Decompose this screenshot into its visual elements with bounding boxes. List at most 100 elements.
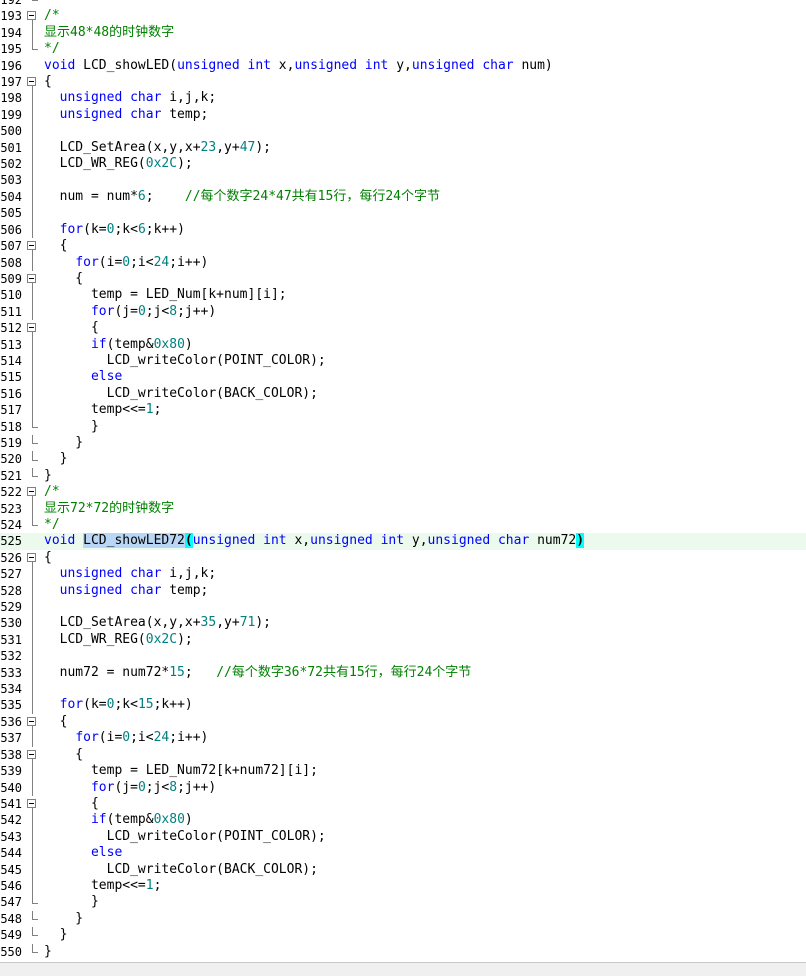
line-number: 543 [0, 829, 22, 844]
code-line[interactable]: 503 [0, 172, 806, 189]
code-line[interactable]: 504 num = num*6; //每个数字24*47共有15行，每行24个字… [0, 188, 806, 206]
code-line[interactable]: 528 unsigned char temp; [0, 582, 806, 600]
code-line[interactable]: 527 unsigned char i,j,k; [0, 566, 806, 583]
code-token: num72 = num72* [44, 664, 170, 680]
code-line[interactable]: 196 void LCD_showLED(unsigned int x,unsig… [0, 58, 806, 74]
code-line[interactable]: 521} [0, 467, 806, 484]
fold-guide [27, 336, 39, 353]
code-text: if(temp&0x80) [44, 337, 193, 353]
code-line[interactable]: 537 for(i=0;i<24;i++) [0, 730, 806, 747]
code-line[interactable]: 197 { [0, 74, 806, 91]
code-line[interactable]: 534 [0, 681, 806, 698]
line-number: 535 [0, 698, 22, 713]
code-line[interactable]: 513 if(temp&0x80) [0, 336, 806, 353]
code-line[interactable]: 531 LCD_WR_REG(0x2C); [0, 631, 806, 649]
code-token: 35 [200, 615, 217, 631]
code-line[interactable]: 548 } [0, 910, 806, 927]
code-line[interactable]: 538 { [0, 746, 806, 764]
code-line[interactable]: 517 temp<<=1; [0, 402, 806, 419]
fold-toggle-icon[interactable] [27, 8, 39, 25]
fold-toggle-icon[interactable] [27, 271, 39, 288]
code-line[interactable]: 505 [0, 205, 806, 222]
fold-toggle-icon[interactable] [27, 747, 39, 764]
fold-toggle-icon[interactable] [27, 74, 39, 91]
code-line[interactable]: 515 else [0, 369, 806, 386]
code-line[interactable]: 523 显示72*72的时钟数字 [0, 500, 806, 517]
code-line[interactable]: 536 { [0, 714, 806, 731]
fold-toggle-icon[interactable] [27, 484, 39, 501]
code-line[interactable]: 198 unsigned char i,j,k; [0, 90, 806, 107]
horizontal-scrollbar[interactable] [0, 962, 806, 976]
code-text: for(k=0;k<6;k++) [44, 222, 185, 238]
code-line[interactable]: 511 for(j=0;j<8;j++) [0, 303, 806, 321]
code-line[interactable]: 509 { [0, 270, 806, 288]
code-line[interactable]: 529 [0, 599, 806, 616]
code-line[interactable]: 502 LCD_WR_REG(0x2C); [0, 156, 806, 173]
code-line[interactable]: 547 } [0, 894, 806, 910]
code-line[interactable]: 510 temp = LED_Num[k+num][i]; [0, 287, 806, 304]
code-line[interactable]: 501 LCD_SetArea(x,y,x+23,y+47); [0, 139, 806, 157]
code-line[interactable]: 506 for(k=0;k<6;k++) [0, 221, 806, 239]
code-line[interactable]: 508 for(i=0;i<24;i++) [0, 254, 806, 271]
code-line[interactable]: 507 { [0, 238, 806, 255]
fold-toggle-icon[interactable] [27, 796, 39, 813]
code-line[interactable]: 193 /* [0, 8, 806, 25]
code-line[interactable]: 526 { [0, 550, 806, 567]
code-line[interactable]: 194 显示48*48的时钟数字 [0, 24, 806, 42]
code-line[interactable]: 542 if(temp&0x80) [0, 812, 806, 829]
code-line[interactable]: 195 */ [0, 41, 806, 57]
code-line[interactable]: 545 LCD_writeColor(BACK_COLOR); [0, 861, 806, 878]
code-line[interactable]: 199 unsigned char temp; [0, 106, 806, 124]
code-line[interactable]: 519 } [0, 434, 806, 451]
line-number: 541 [0, 796, 22, 811]
code-line[interactable]: 522 /* [0, 484, 806, 501]
code-editor[interactable]: 192 193 /* 194 显示48*48的时钟数字 195 */ 196 void LCD_… [0, 0, 806, 960]
line-number: 532 [0, 649, 22, 664]
code-token: (temp& [106, 812, 154, 828]
code-line[interactable]: 533 num72 = num72*15; //每个数字36*72共有15行，每… [0, 664, 806, 682]
code-token: void [44, 57, 76, 73]
code-line[interactable]: 550} [0, 943, 806, 960]
code-token: { [44, 270, 84, 286]
code-token: //每个数字24*47共有15行，每行24个字节 [184, 188, 440, 204]
code-line[interactable]: 514 LCD_writeColor(POINT_COLOR); [0, 352, 806, 370]
fold-guide [27, 24, 39, 42]
code-line[interactable]: 546 temp<<=1; [0, 877, 806, 895]
code-token: 0x2C [145, 156, 178, 172]
code-token: num = num* [44, 188, 138, 204]
code-text: } [44, 419, 99, 435]
code-line[interactable]: 192 [0, 0, 806, 8]
code-line[interactable]: 539 temp = LED_Num72[k+num72][i]; [0, 763, 806, 780]
code-line[interactable]: 524 */ [0, 517, 806, 533]
code-token: ;i++) [169, 730, 209, 746]
code-line[interactable]: 516 LCD_writeColor(BACK_COLOR); [0, 385, 806, 403]
fold-toggle-icon[interactable] [27, 238, 39, 255]
fold-toggle-icon[interactable] [27, 320, 39, 337]
fold-guide [27, 172, 39, 189]
code-line[interactable]: 518 } [0, 418, 806, 435]
code-line[interactable]: 549 } [0, 927, 806, 943]
code-token: } [44, 434, 84, 450]
code-line[interactable]: 535 for(k=0;k<15;k++) [0, 697, 806, 714]
code-line[interactable]: 525 void LCD_showLED72(unsigned int x,uns… [0, 533, 806, 550]
code-line[interactable]: 541 { [0, 796, 806, 813]
code-line[interactable]: 500 [0, 123, 806, 140]
code-line[interactable]: 532 [0, 648, 806, 665]
code-text: LCD_writeColor(POINT_COLOR); [44, 829, 326, 845]
fold-toggle-icon[interactable] [27, 714, 39, 731]
line-number: 536 [0, 714, 22, 729]
code-line[interactable]: 512 { [0, 320, 806, 337]
code-token: 0 [122, 730, 131, 746]
fold-guide [27, 106, 39, 124]
fold-toggle-icon[interactable] [27, 550, 39, 567]
code-token: 15 [169, 664, 185, 680]
code-line[interactable]: 540 for(j=0;j<8;j++) [0, 779, 806, 796]
code-line[interactable]: 520 } [0, 451, 806, 467]
code-line[interactable]: 530 LCD_SetArea(x,y,x+35,y+71); [0, 615, 806, 632]
code-line[interactable]: 544 else [0, 845, 806, 862]
code-line[interactable]: 543 LCD_writeColor(POINT_COLOR); [0, 828, 806, 846]
code-token: (j= [114, 303, 138, 319]
code-token: { [44, 746, 84, 762]
line-number: 521 [0, 468, 22, 483]
